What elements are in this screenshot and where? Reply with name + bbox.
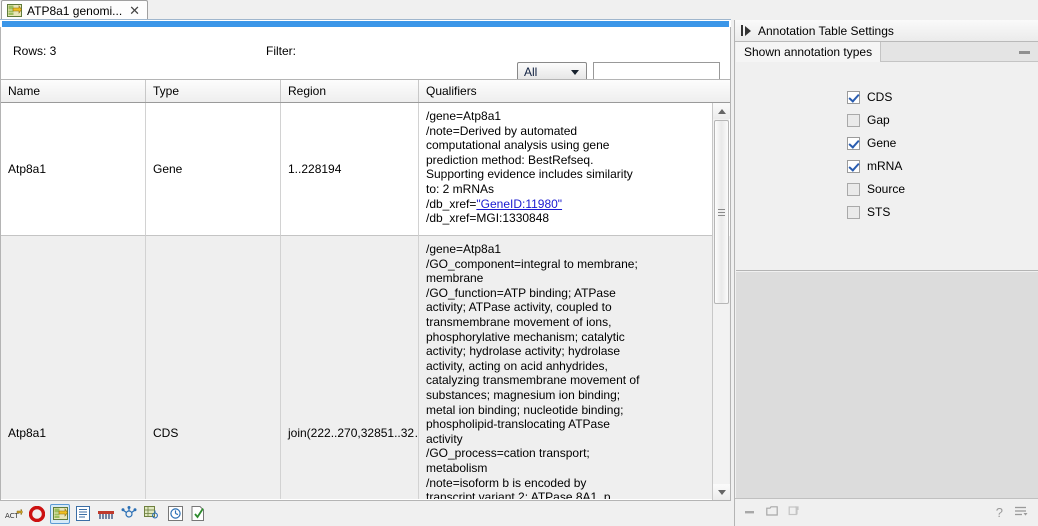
expand-right-icon[interactable] (745, 26, 751, 36)
chevron-down-icon (571, 70, 579, 75)
qualifiers-text-before-link: /gene=Atp8a1 /note=Derived by automated … (426, 109, 633, 211)
checkbox-row-sts[interactable]: STS (847, 205, 890, 219)
annotation-table: Name Type Region Qualifiers Atp8a1 Gene … (0, 79, 731, 500)
scroll-up-arrow-icon[interactable] (713, 103, 730, 119)
translate-act-icon[interactable]: ACT (4, 504, 24, 524)
side-panel-footer: ? (735, 498, 1038, 526)
cell-name: Atp8a1 (1, 236, 146, 499)
sequence-ruler-icon[interactable] (96, 504, 116, 524)
dock-panel-icon[interactable] (788, 505, 801, 520)
table-body: Atp8a1 Gene 1..228194 /gene=Atp8a1 /note… (1, 103, 730, 499)
tab-label: ATP8a1 genomi... (27, 4, 122, 18)
group-tab-shown-annotation-types[interactable]: Shown annotation types (736, 42, 881, 62)
table-header-row: Name Type Region Qualifiers (1, 79, 730, 103)
checkbox-label-sts: STS (867, 205, 890, 219)
checkbox-row-source[interactable]: Source (847, 182, 905, 196)
restore-window-icon[interactable] (766, 505, 779, 520)
checkbox-row-cds[interactable]: CDS (847, 90, 892, 104)
collapse-icon[interactable] (1019, 51, 1030, 54)
sequence-table-icon (7, 4, 22, 17)
side-panel: Annotation Table Settings Shown annotati… (734, 20, 1038, 526)
column-header-name[interactable]: Name (1, 80, 146, 102)
checkbox-mrna[interactable] (847, 160, 860, 173)
cell-qualifiers: /gene=Atp8a1 /note=Derived by automated … (419, 103, 714, 236)
cell-qualifiers: /gene=Atp8a1 /GO_component=integral to m… (419, 236, 714, 499)
group-tab-label: Shown annotation types (744, 45, 872, 59)
scrollbar-thumb-grip (718, 207, 725, 218)
column-header-region[interactable]: Region (281, 80, 419, 102)
side-panel-empty-area (736, 272, 1038, 498)
checkbox-row-mrna[interactable]: mRNA (847, 159, 902, 173)
table-row[interactable]: Atp8a1 CDS join(222..270,32851..32… /gen… (1, 236, 730, 499)
column-header-type[interactable]: Type (146, 80, 281, 102)
list-options-icon[interactable] (1014, 505, 1028, 520)
filter-toolbar: Rows: 3 Filter: All (0, 27, 731, 79)
help-button[interactable]: ? (996, 505, 1003, 520)
filter-label: Filter: (266, 44, 296, 58)
table-vertical-scrollbar[interactable] (712, 103, 729, 500)
checkbox-label-cds: CDS (867, 90, 892, 104)
cell-region: 1..228194 (281, 103, 419, 236)
annotation-table-icon[interactable] (50, 504, 70, 524)
tab-bar-underline (0, 19, 731, 20)
minimize-icon[interactable] (744, 505, 757, 520)
db-xref-link[interactable]: "GeneID:11980" (476, 197, 562, 211)
filter-type-selected-value: All (518, 65, 571, 79)
rows-count-label: Rows: 3 (13, 44, 56, 58)
checkbox-gene[interactable] (847, 137, 860, 150)
cell-region: join(222..270,32851..32… (281, 236, 419, 499)
graph-structure-icon[interactable] (142, 504, 162, 524)
column-header-qualifiers[interactable]: Qualifiers (419, 80, 714, 102)
checkbox-label-source: Source (867, 182, 905, 196)
view-mode-toolbar: ACT (0, 500, 731, 526)
main-content-panel: ATP8a1 genomi... ✕ Rows: 3 Filter: All N… (0, 0, 731, 526)
molecule-structure-icon[interactable] (119, 504, 139, 524)
cell-name: Atp8a1 (1, 103, 146, 236)
cell-type: CDS (146, 236, 281, 499)
table-row[interactable]: Atp8a1 Gene 1..228194 /gene=Atp8a1 /note… (1, 103, 730, 236)
side-panel-header[interactable]: Annotation Table Settings (735, 20, 1038, 42)
close-icon[interactable]: ✕ (127, 4, 140, 17)
checkbox-label-mrna: mRNA (867, 159, 902, 173)
checkbox-row-gap[interactable]: Gap (847, 113, 890, 127)
qualifiers-text-after-link: /db_xref=MGI:1330848 (426, 211, 549, 225)
checkbox-sts[interactable] (847, 206, 860, 219)
expand-right-icon-bar (741, 25, 743, 36)
scrollbar-thumb[interactable] (714, 120, 729, 304)
tab-atp8a1-genomic[interactable]: ATP8a1 genomi... ✕ (1, 0, 148, 20)
cell-type: Gene (146, 103, 281, 236)
text-view-icon[interactable] (73, 504, 93, 524)
side-panel-title: Annotation Table Settings (758, 24, 894, 38)
checkbox-source[interactable] (847, 183, 860, 196)
checkbox-cds[interactable] (847, 91, 860, 104)
checkbox-row-gene[interactable]: Gene (847, 136, 896, 150)
tab-bar: ATP8a1 genomi... ✕ (0, 0, 731, 20)
scroll-down-arrow-icon[interactable] (713, 484, 730, 500)
checkbox-label-gap: Gap (867, 113, 890, 127)
element-info-check-icon[interactable] (188, 504, 208, 524)
history-clock-icon[interactable] (165, 504, 185, 524)
annotation-table-window: ATP8a1 genomi... ✕ Rows: 3 Filter: All N… (0, 0, 1038, 526)
checkbox-label-gene: Gene (867, 136, 896, 150)
red-circle-icon[interactable] (27, 504, 47, 524)
checkbox-gap[interactable] (847, 114, 860, 127)
annotation-types-group-header: Shown annotation types (736, 42, 1038, 62)
